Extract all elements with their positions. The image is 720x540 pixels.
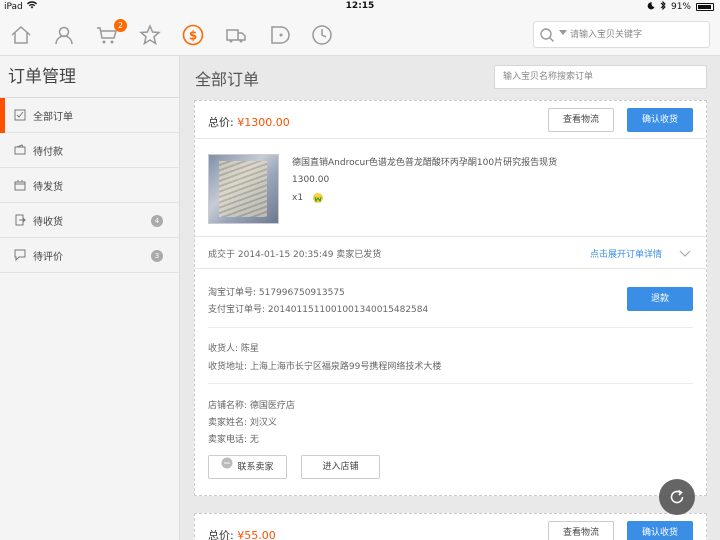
chevron-down-icon[interactable]: [679, 247, 691, 259]
seller-name: 卖家姓名: 刘汉义: [208, 418, 277, 428]
battery-percent: 91%: [670, 2, 691, 12]
order-search-input[interactable]: [494, 65, 707, 89]
order-card: 总价: ¥1300.00 查看物流 确认收货 德国直销Androcur色谱龙色普…: [194, 100, 707, 496]
sidebar-title: 订单管理: [0, 56, 179, 98]
cart-icon[interactable]: 2: [96, 19, 127, 46]
order-header: 总价: ¥1300.00 查看物流 确认收货: [195, 101, 706, 139]
total-label: 总价:: [208, 529, 234, 540]
sidebar-item-pending-receipt[interactable]: 待收货 4: [0, 203, 179, 238]
total-label: 总价:: [208, 116, 234, 129]
product-price: 1300.00: [292, 175, 330, 185]
total-price: ¥1300.00: [237, 116, 290, 129]
contact-seller-button[interactable]: 联系卖家: [208, 455, 287, 479]
deal-time-status: 成交于 2014-01-15 20:35:49 卖家已发货: [208, 250, 382, 260]
total-price: ¥55.00: [237, 529, 276, 540]
refresh-button[interactable]: [659, 479, 695, 515]
refresh-icon: [670, 489, 684, 504]
confirm-receipt-button[interactable]: 确认收货: [627, 108, 693, 132]
chevron-down-icon[interactable]: [559, 30, 567, 35]
chat-icon: [221, 456, 233, 478]
status-time: 12:15: [345, 1, 375, 11]
truck-icon[interactable]: [225, 24, 247, 46]
product-search-input[interactable]: [570, 26, 704, 44]
taobao-order-number: 淘宝订单号: 517996750913575: [208, 288, 345, 298]
sidebar-item-pending-shipment[interactable]: 待发货: [0, 168, 179, 203]
order-card: 总价: ¥55.00 查看物流 确认收货: [194, 513, 707, 540]
status-bar: iPad 12:15 91%: [0, 0, 720, 14]
count-badge: 3: [151, 250, 163, 262]
refund-button[interactable]: 退款: [627, 287, 693, 311]
battery-icon: [696, 3, 714, 11]
wallet-icon: [14, 144, 26, 156]
alipay-order-number: 支付宝订单号: 2014011511001001340015482584: [208, 305, 429, 315]
count-badge: 4: [151, 215, 163, 227]
order-details: 淘宝订单号: 517996750913575 支付宝订单号: 201401151…: [195, 269, 706, 493]
user-icon[interactable]: [53, 24, 75, 46]
contact-seller-label: 联系卖家: [237, 462, 274, 473]
receiver-name: 收货人: 陈星: [208, 344, 259, 354]
comment-icon: [14, 249, 26, 262]
receive-icon: [14, 214, 26, 226]
sidebar-item-all-orders[interactable]: 全部订单: [0, 98, 179, 133]
product-quantity: x1: [292, 193, 304, 203]
sidebar-item-label: 待发货: [33, 181, 63, 193]
sidebar-item-label: 待收货: [33, 216, 63, 228]
tag-icon[interactable]: [268, 24, 290, 46]
clock-icon[interactable]: [311, 24, 333, 46]
divider: [208, 383, 693, 384]
wangwang-icon[interactable]: [312, 192, 324, 204]
page-title: 全部订单: [195, 70, 260, 89]
expand-details-link[interactable]: 点击展开订单详情: [590, 247, 662, 260]
home-icon[interactable]: [10, 24, 32, 46]
view-logistics-button[interactable]: 查看物流: [548, 521, 614, 540]
shop-name: 店铺名称: 德国医疗店: [208, 401, 295, 411]
top-nav: 2 $: [0, 14, 720, 56]
sidebar-item-label: 待付款: [33, 146, 63, 158]
box-icon: [14, 179, 26, 191]
main-header: 全部订单: [181, 56, 720, 98]
orders-dollar-icon[interactable]: $: [182, 24, 204, 46]
sidebar-item-label: 待评价: [33, 251, 63, 263]
product-row[interactable]: 德国直销Androcur色谱龙色普龙醋酸环丙孕酮100片研究报告现货 1300.…: [195, 139, 706, 237]
sidebar-item-pending-review[interactable]: 待评价 3: [0, 238, 179, 273]
view-logistics-button[interactable]: 查看物流: [548, 108, 614, 132]
cart-badge: 2: [114, 19, 127, 32]
enter-shop-button[interactable]: 进入店铺: [301, 455, 380, 479]
product-title[interactable]: 德国直销Androcur色谱龙色普龙醋酸环丙孕酮100片研究报告现货: [292, 155, 557, 168]
order-total: 总价: ¥1300.00: [208, 114, 290, 130]
moon-icon: [647, 1, 655, 13]
order-header: 总价: ¥55.00 查看物流 确认收货: [195, 514, 706, 540]
receiver-address: 收货地址: 上海上海市长宁区福泉路99号携程网络技术大楼: [208, 362, 442, 372]
confirm-receipt-button[interactable]: 确认收货: [627, 521, 693, 540]
star-icon[interactable]: [139, 24, 161, 46]
sidebar-item-pending-payment[interactable]: 待付款: [0, 133, 179, 168]
search-icon: [540, 28, 554, 42]
product-search-box[interactable]: [533, 21, 710, 48]
order-total: 总价: ¥55.00: [208, 527, 276, 540]
checkbox-icon: [14, 109, 26, 121]
sidebar: 订单管理 全部订单 待付款 待发货 待收货 4 待评价 3: [0, 56, 180, 540]
product-thumbnail[interactable]: [208, 154, 279, 224]
sidebar-item-label: 全部订单: [33, 111, 73, 123]
divider: [208, 327, 693, 328]
deal-status-row: 成交于 2014-01-15 20:35:49 卖家已发货 点击展开订单详情: [195, 237, 706, 269]
seller-phone: 卖家电话: 无: [208, 435, 259, 445]
svg-text:$: $: [189, 29, 197, 43]
bluetooth-icon: [660, 0, 666, 13]
